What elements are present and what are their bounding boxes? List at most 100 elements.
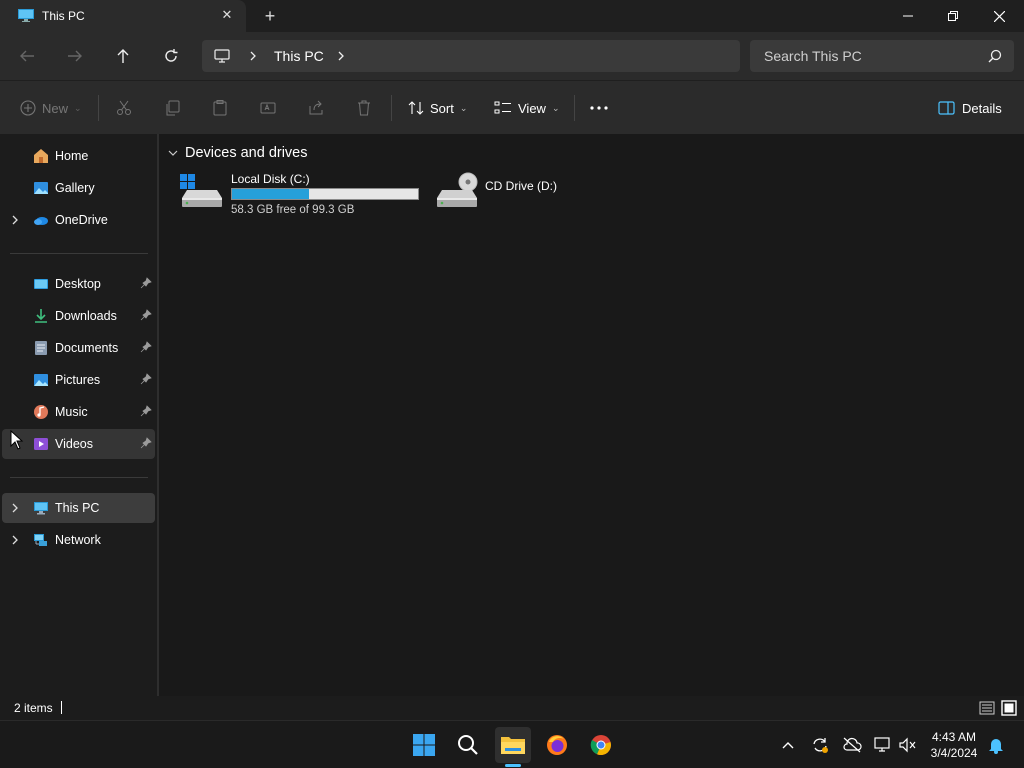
new-tab-button[interactable]: + <box>260 6 280 26</box>
chevron-right-icon[interactable] <box>336 48 346 64</box>
onedrive-tray-button[interactable] <box>842 735 862 755</box>
up-button[interactable] <box>111 44 135 68</box>
notifications-button[interactable] <box>986 735 1006 755</box>
forward-button[interactable] <box>63 44 87 68</box>
sidebar-item-gallery[interactable]: Gallery <box>2 173 155 203</box>
sidebar-item-pictures[interactable]: Pictures <box>2 365 155 395</box>
pin-icon[interactable] <box>140 405 152 417</box>
title-bar: This PC ✕ + <box>0 0 1024 32</box>
details-view-icon[interactable] <box>979 700 995 716</box>
close-icon <box>993 10 1005 22</box>
address-bar: This PC Search This PC <box>0 32 1024 80</box>
arrow-right-icon <box>68 50 82 62</box>
windows-start-icon <box>413 734 435 756</box>
share-button[interactable] <box>308 96 324 120</box>
sidebar-item-label: Home <box>55 149 89 163</box>
back-button[interactable] <box>15 44 39 68</box>
chevron-right-icon[interactable] <box>10 534 20 546</box>
chevron-down-icon: ⌄ <box>459 102 468 113</box>
sidebar-item-onedrive[interactable]: OneDrive <box>2 205 155 235</box>
pin-icon[interactable] <box>140 341 152 353</box>
videos-icon <box>34 438 48 450</box>
restore-button[interactable] <box>930 0 976 32</box>
sync-icon <box>813 738 828 753</box>
taskbar-file-explorer[interactable] <box>495 727 531 763</box>
sidebar-item-label: This PC <box>55 501 100 515</box>
tab-this-pc[interactable]: This PC ✕ <box>0 0 246 32</box>
close-window-button[interactable] <box>976 0 1022 32</box>
refresh-icon <box>165 49 178 62</box>
clipboard-icon <box>213 100 227 116</box>
restore-icon <box>948 11 958 21</box>
pin-icon[interactable] <box>140 437 152 449</box>
chevron-right-icon[interactable] <box>10 214 20 226</box>
delete-button[interactable] <box>356 96 372 120</box>
copy-button[interactable] <box>164 96 180 120</box>
start-button[interactable] <box>406 727 442 763</box>
share-icon <box>309 100 323 115</box>
sort-button[interactable]: Sort ⌄ <box>408 96 467 120</box>
status-divider <box>61 701 62 714</box>
details-button[interactable]: Details <box>938 96 1002 120</box>
onedrive-icon <box>34 217 48 225</box>
refresh-button[interactable] <box>159 44 183 68</box>
sidebar-item-home[interactable]: Home <box>2 141 155 171</box>
downloads-icon <box>35 309 47 323</box>
taskbar-search-button[interactable] <box>450 727 486 763</box>
sidebar-item-videos[interactable]: Videos <box>2 429 155 459</box>
plus-circle-icon <box>20 100 36 116</box>
drive-name: CD Drive (D:) <box>485 179 557 193</box>
paste-button[interactable] <box>212 96 228 120</box>
sidebar-item-this-pc[interactable]: This PC <box>2 493 155 523</box>
large-icons-view-icon[interactable] <box>1001 700 1017 716</box>
pin-icon[interactable] <box>140 277 152 289</box>
new-label: New <box>42 100 69 116</box>
active-app-indicator <box>505 764 521 767</box>
new-button[interactable]: New ⌄ <box>20 96 82 120</box>
sidebar-item-network[interactable]: Network <box>2 525 155 555</box>
pin-icon[interactable] <box>140 373 152 385</box>
cut-button[interactable] <box>116 96 132 120</box>
taskbar-chrome[interactable] <box>583 727 619 763</box>
sidebar-item-documents[interactable]: Documents <box>2 333 155 363</box>
rename-button[interactable] <box>260 96 276 120</box>
show-hidden-icons-button[interactable] <box>778 735 798 755</box>
bell-icon <box>989 739 1003 754</box>
details-pane-icon <box>938 101 955 115</box>
sidebar-item-desktop[interactable]: Desktop <box>2 269 155 299</box>
sidebar-item-downloads[interactable]: Downloads <box>2 301 155 331</box>
more-options-button[interactable] <box>590 96 608 120</box>
sidebar-item-label: Network <box>55 533 101 547</box>
volume-tray-button[interactable] <box>898 735 918 755</box>
clock-date: 3/4/2024 <box>930 746 978 760</box>
pin-icon[interactable] <box>140 309 152 321</box>
chevron-right-icon[interactable] <box>248 48 258 64</box>
sort-label: Sort <box>430 100 454 116</box>
search-icon <box>988 49 1002 63</box>
music-icon <box>34 405 48 419</box>
chevron-down-icon <box>168 150 178 156</box>
search-input[interactable]: Search This PC <box>750 40 1014 72</box>
drive-cd-d[interactable]: CD Drive (D:) <box>434 172 574 220</box>
more-icon <box>590 106 608 110</box>
group-header-devices[interactable]: Devices and drives <box>167 145 308 161</box>
clock[interactable]: 4:43 AM 3/4/2024 <box>918 729 990 761</box>
network-tray-button[interactable] <box>873 735 893 755</box>
taskbar-firefox[interactable] <box>539 727 575 763</box>
this-pc-icon <box>18 9 34 22</box>
chevron-right-icon[interactable] <box>10 502 20 514</box>
breadcrumb-this-pc[interactable]: This PC <box>274 48 324 64</box>
network-icon <box>34 534 47 546</box>
divider <box>98 95 99 121</box>
navigation-pane: Home Gallery OneDrive Desktop Downloads … <box>0 134 158 696</box>
drive-local-disk-c[interactable]: Local Disk (C:) 58.3 GB free of 99.3 GB <box>179 172 424 220</box>
address-path[interactable]: This PC <box>202 40 740 72</box>
hard-drive-windows-icon <box>180 174 222 207</box>
sync-tray-icon-button[interactable] <box>810 735 830 755</box>
clock-time: 4:43 AM <box>931 730 977 744</box>
sidebar-item-music[interactable]: Music <box>2 397 155 427</box>
view-button[interactable]: View ⌄ <box>494 96 560 120</box>
close-tab-icon[interactable]: ✕ <box>218 6 236 24</box>
volume-muted-icon <box>899 737 916 753</box>
minimize-button[interactable] <box>885 0 931 32</box>
